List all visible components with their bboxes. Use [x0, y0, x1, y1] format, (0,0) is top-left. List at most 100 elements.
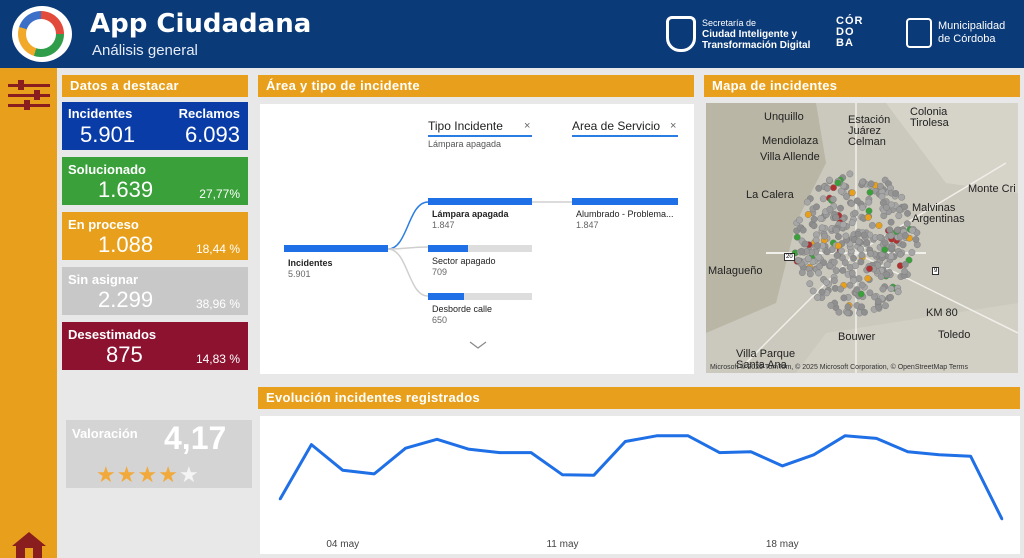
incident-marker — [896, 250, 904, 258]
incident-marker — [813, 203, 820, 211]
incident-marker — [868, 222, 876, 229]
leaf-node-bar[interactable] — [572, 198, 678, 205]
incident-marker — [899, 241, 907, 249]
incident-marker — [901, 231, 909, 239]
data-point — [781, 464, 784, 468]
incident-marker — [908, 226, 916, 234]
home-icon[interactable] — [10, 530, 48, 558]
app-header: App Ciudadana Análisis general Secretarí… — [0, 0, 1024, 68]
rating-value: 4,17 — [164, 420, 227, 456]
incident-marker — [848, 189, 856, 197]
kpi-sin-asignar-card[interactable]: Sin asignar 2.299 38,96 % — [62, 267, 248, 315]
filters-icon[interactable] — [8, 80, 50, 110]
data-point — [655, 434, 658, 437]
incident-marker — [888, 244, 896, 252]
map-place-label: Mendiolaza — [762, 135, 819, 147]
data-point — [843, 434, 847, 437]
incident-marker — [830, 258, 838, 266]
incident-marker — [878, 193, 886, 200]
incident-map[interactable]: Unquillo Estación Juárez Celman Colonia Ti… — [706, 103, 1018, 373]
section-destacar-title: Datos a destacar — [62, 75, 248, 97]
data-point — [718, 451, 721, 454]
kpi-proceso-card[interactable]: En proceso 1.088 18,44 % — [62, 212, 248, 260]
incident-marker — [835, 308, 843, 316]
incident-marker — [798, 247, 806, 255]
incident-marker — [854, 230, 862, 238]
data-point — [404, 446, 407, 450]
section-mapa-title: Mapa de incidentes — [704, 75, 1020, 97]
incident-marker — [823, 248, 831, 256]
incident-marker — [853, 286, 861, 294]
incident-marker — [904, 210, 911, 217]
incident-marker — [886, 226, 894, 234]
line-chart-panel: 04 may 11 may 18 may — [260, 416, 1020, 554]
reclamos-label: Reclamos — [178, 106, 240, 121]
incident-marker — [804, 255, 812, 263]
rating-label: Valoración — [72, 426, 138, 441]
tree-node-value: 709 — [432, 267, 448, 277]
data-point — [624, 440, 627, 443]
expand-chevron-icon — [469, 341, 487, 349]
incident-marker — [874, 297, 882, 305]
incident-marker — [892, 190, 900, 197]
incident-marker — [832, 213, 840, 221]
rating-card: Valoración 4,17 ★★★★★ — [66, 420, 252, 488]
incident-marker — [809, 287, 817, 295]
sin-asignar-pct: 38,96 % — [195, 297, 240, 311]
root-node-bar[interactable] — [284, 245, 388, 252]
incident-marker — [834, 179, 842, 187]
series-line — [278, 434, 1004, 520]
incident-marker — [858, 251, 866, 259]
incident-marker — [832, 267, 840, 275]
map-attribution[interactable]: Microsoft © 2025 TomTom, © 2025 Microsof… — [710, 364, 968, 371]
incident-marker — [855, 238, 863, 246]
incident-marker — [840, 294, 848, 302]
solucionado-pct: 27,77% — [199, 187, 240, 201]
incident-marker — [894, 288, 902, 296]
data-point — [529, 451, 533, 454]
incident-marker — [901, 267, 909, 275]
incident-marker — [798, 269, 806, 277]
kpi-solucionado-card[interactable]: Solucionado 1.639 27,77% — [62, 157, 248, 205]
section-evolucion-title: Evolución incidentes registrados — [258, 387, 1020, 409]
municipalidad-logo: Municipalidad de Córdoba — [906, 18, 1005, 48]
incident-marker — [908, 249, 916, 256]
map-place-label: Malagueño — [708, 265, 763, 277]
incident-marker — [803, 198, 811, 206]
incident-marker — [848, 219, 856, 227]
incident-marker — [876, 233, 884, 241]
incident-marker — [794, 256, 802, 264]
app-title: App Ciudadana — [90, 9, 312, 39]
kpi-desestimados-card[interactable]: Desestimados 875 14,83 % — [62, 322, 248, 370]
incident-marker — [815, 253, 823, 261]
incident-marker — [887, 293, 894, 301]
solucionado-label: Solucionado — [68, 162, 146, 177]
incident-marker — [830, 277, 838, 285]
app-subtitle: Análisis general — [92, 42, 198, 59]
data-point — [938, 453, 941, 457]
kpi-incidentes-reclamos-card[interactable]: Incidentes Reclamos 5.901 6.093 — [62, 102, 248, 150]
star-icon: ★ — [137, 462, 159, 487]
incident-marker — [850, 276, 858, 284]
section-area-title: Área y tipo de incidente — [258, 75, 694, 97]
incident-marker — [882, 204, 890, 211]
incident-marker — [851, 209, 859, 217]
tree-node-bar[interactable] — [428, 293, 532, 300]
incident-marker — [876, 182, 884, 190]
map-place-label: KM 80 — [926, 307, 958, 319]
map-place-label: Colonia Tirolesa — [910, 106, 949, 129]
proceso-label: En proceso — [68, 217, 139, 232]
map-place-label: Toledo — [938, 329, 971, 341]
tree-node-bar[interactable] — [428, 245, 532, 252]
data-point — [310, 443, 313, 446]
incident-marker — [799, 226, 807, 234]
solucionado-value: 1.639 — [98, 177, 154, 202]
incident-marker — [857, 258, 865, 266]
data-point — [561, 473, 564, 476]
incident-marker — [810, 215, 818, 223]
incident-marker — [881, 246, 889, 254]
incident-marker — [834, 233, 842, 241]
incident-marker — [814, 242, 821, 250]
tree-node-bar[interactable] — [428, 198, 532, 205]
desestimados-label: Desestimados — [68, 327, 157, 342]
